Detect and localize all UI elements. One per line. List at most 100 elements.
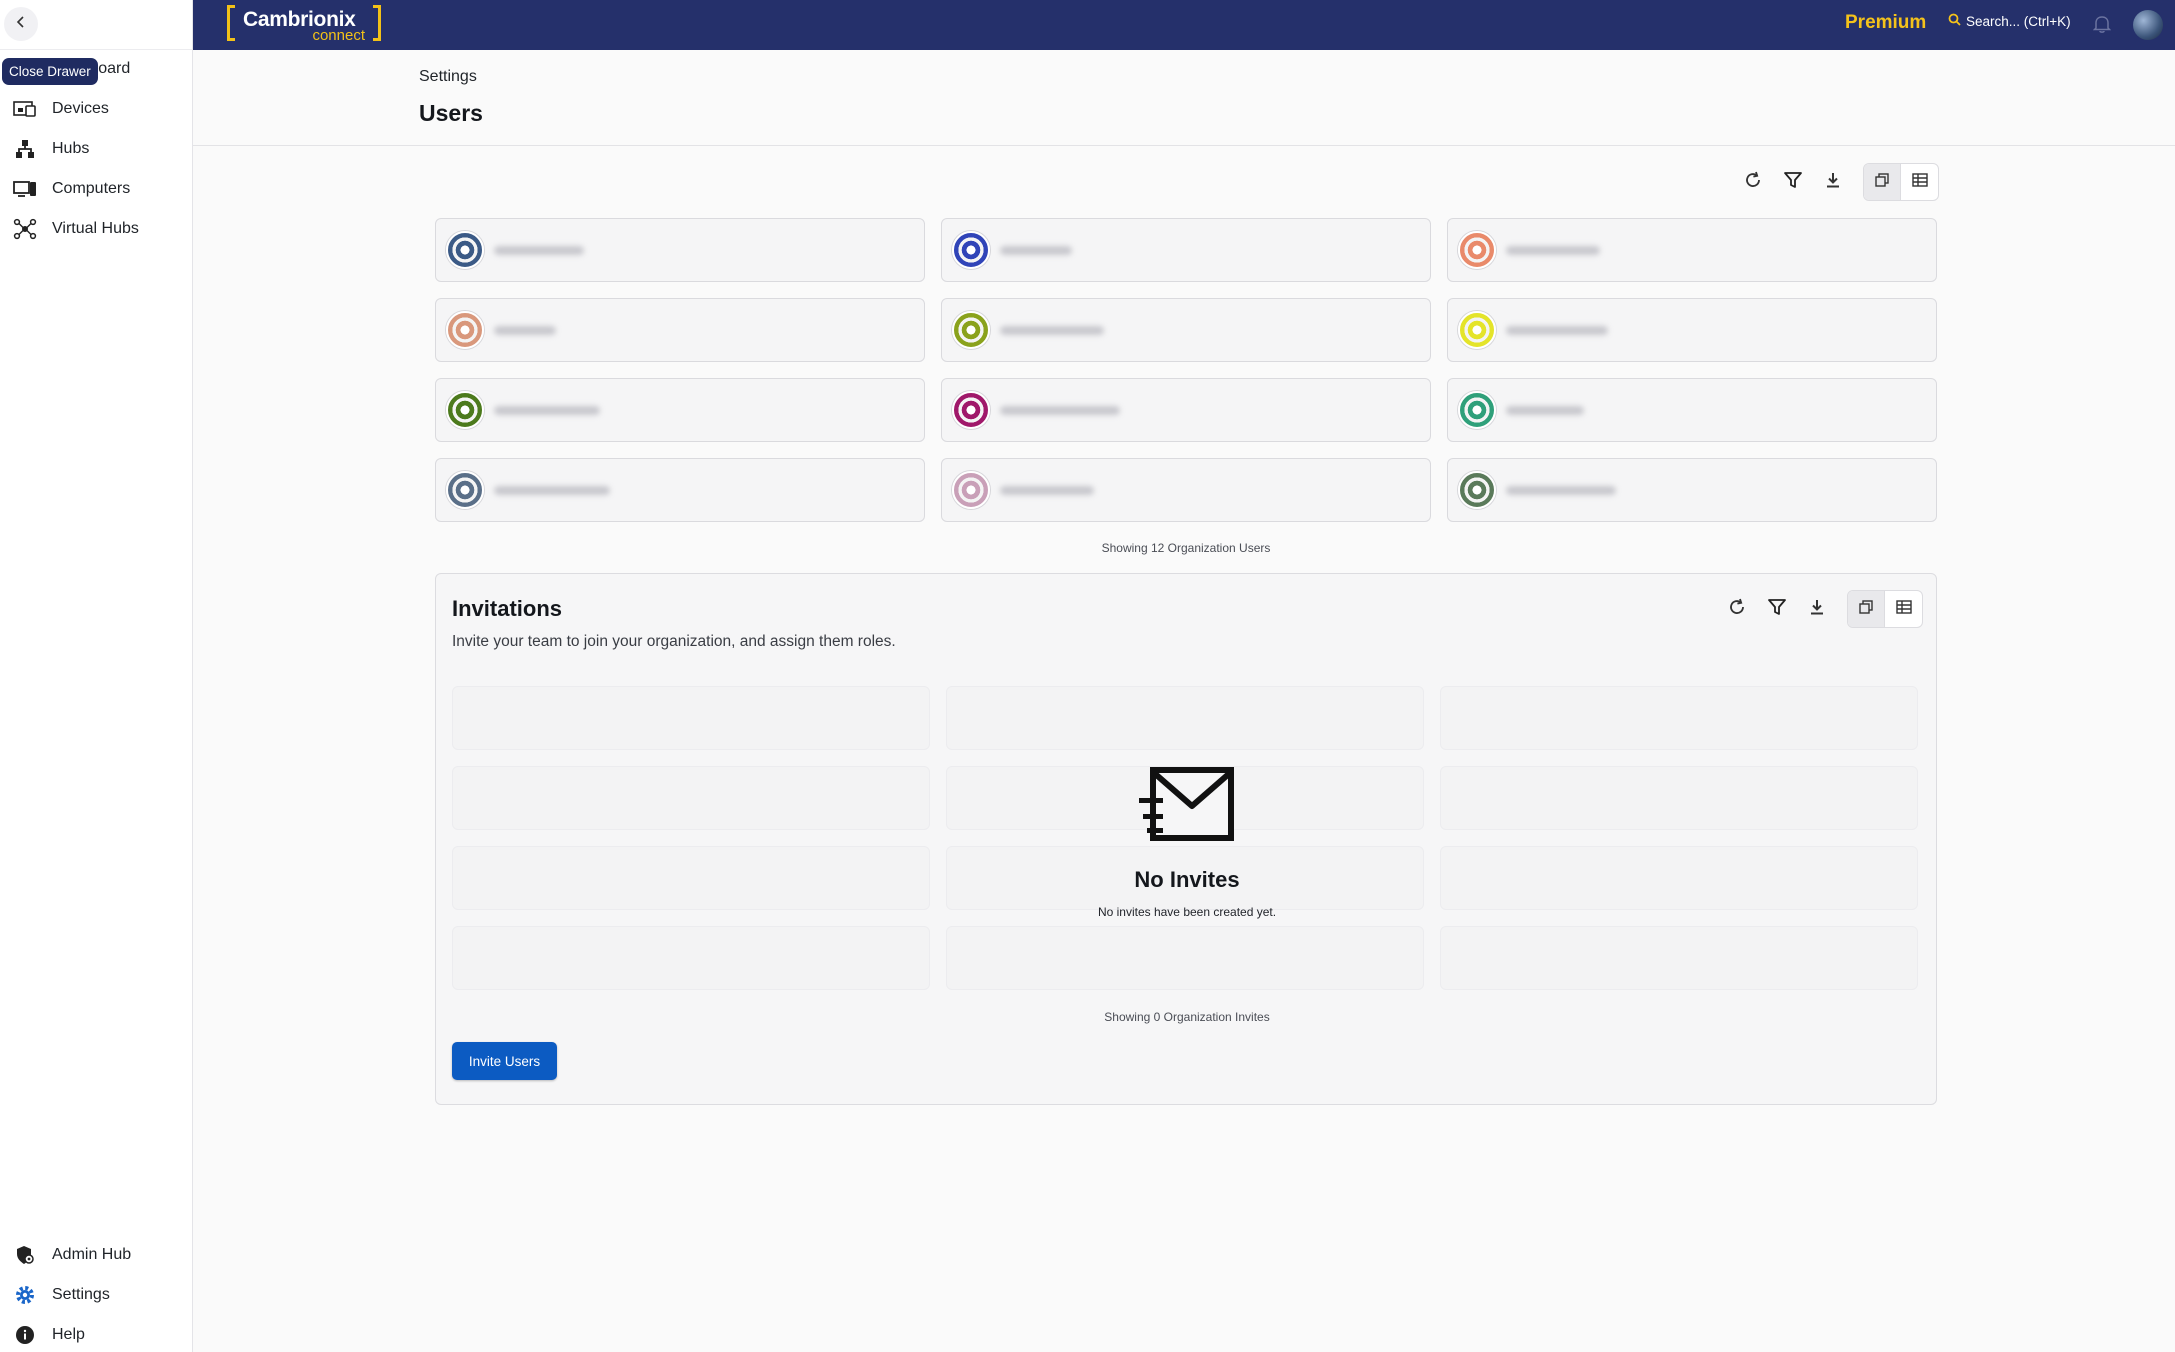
user-name-blurred (1506, 245, 1600, 255)
user-card[interactable] (941, 458, 1431, 522)
invite-users-button[interactable]: Invite Users (452, 1042, 557, 1080)
close-drawer-button[interactable] (4, 7, 38, 41)
users-count: Showing 12 Organization Users (1101, 541, 1271, 555)
refresh-button[interactable] (1733, 163, 1773, 201)
download-icon (1824, 171, 1842, 194)
card-view-button[interactable] (1864, 164, 1901, 200)
user-avatar (1458, 311, 1496, 349)
invitations-toolbar (1717, 590, 1923, 628)
user-name-blurred (1000, 485, 1094, 495)
filter-icon (1783, 170, 1803, 195)
user-avatar (952, 311, 990, 349)
user-card[interactable] (1447, 218, 1937, 282)
user-avatar (446, 231, 484, 269)
users-grid (435, 218, 1937, 522)
placeholder-card (946, 686, 1424, 750)
user-avatar (952, 391, 990, 429)
users-toolbar (1733, 163, 1939, 201)
user-card[interactable] (1447, 378, 1937, 442)
user-avatar[interactable] (2133, 10, 2163, 40)
download-icon (1808, 598, 1826, 621)
filter-icon (1767, 597, 1787, 622)
user-avatar (1458, 471, 1496, 509)
search-label: Search... (Ctrl+K) (1966, 13, 2071, 29)
page-title: Users (419, 100, 483, 126)
placeholder-card (946, 926, 1424, 990)
empty-title: No Invites (1134, 867, 1240, 892)
placeholder-card (452, 926, 930, 990)
breadcrumb[interactable]: Settings (419, 68, 477, 86)
sidebar: Close Drawer Dashboard Devices Hubs Comp… (0, 0, 193, 1352)
brand-sub: connect (312, 27, 365, 44)
user-name-blurred (494, 325, 556, 335)
user-card[interactable] (1447, 298, 1937, 362)
sidebar-item-virtual-hubs[interactable]: Virtual Hubs (0, 209, 193, 249)
virtual-hubs-icon (12, 218, 38, 240)
user-card[interactable] (941, 298, 1431, 362)
brand-logo[interactable]: Cambrionix connect (227, 5, 381, 44)
close-drawer-tooltip: Close Drawer (2, 58, 98, 85)
refresh-button[interactable] (1717, 590, 1757, 628)
view-toggle (1847, 590, 1923, 628)
user-avatar (446, 311, 484, 349)
filter-button[interactable] (1757, 590, 1797, 628)
sidebar-item-label: Virtual Hubs (52, 220, 139, 237)
user-avatar (1458, 231, 1496, 269)
bell-icon (2092, 16, 2112, 38)
user-avatar (1458, 391, 1496, 429)
table-view-button[interactable] (1901, 164, 1938, 200)
user-card[interactable] (435, 458, 925, 522)
invitations-panel: Invitations Invite your team to join you… (435, 573, 1937, 1105)
user-card[interactable] (435, 218, 925, 282)
user-card[interactable] (941, 218, 1431, 282)
sidebar-item-label: Computers (52, 180, 131, 197)
sidebar-item-settings[interactable]: Settings (0, 1275, 193, 1315)
admin-hub-icon (12, 1244, 38, 1266)
download-button[interactable] (1797, 590, 1837, 628)
refresh-icon (1728, 598, 1746, 621)
sidebar-bottom-nav: Admin Hub Settings Help (0, 1235, 193, 1352)
refresh-icon (1744, 171, 1762, 194)
user-name-blurred (1506, 325, 1608, 335)
devices-icon (12, 98, 38, 120)
user-avatar (952, 231, 990, 269)
notifications-button[interactable] (2092, 14, 2112, 39)
sidebar-item-computers[interactable]: Computers (0, 169, 193, 209)
user-card[interactable] (941, 378, 1431, 442)
card-view-button[interactable] (1848, 591, 1885, 627)
user-card[interactable] (435, 298, 925, 362)
user-name-blurred (494, 245, 584, 255)
user-name-blurred (1000, 245, 1072, 255)
table-view-button[interactable] (1885, 591, 1922, 627)
sidebar-item-hubs[interactable]: Hubs (0, 129, 193, 169)
user-card[interactable] (435, 378, 925, 442)
user-name-blurred (1506, 485, 1616, 495)
envelope-icon (1139, 767, 1235, 848)
sidebar-item-devices[interactable]: Devices (0, 89, 193, 129)
user-name-blurred (494, 405, 600, 415)
user-avatar (952, 471, 990, 509)
invitations-description: Invite your team to join your organizati… (452, 633, 896, 650)
user-name-blurred (1000, 405, 1120, 415)
page-header: Settings Users (193, 50, 2175, 146)
sidebar-item-label: Admin Hub (52, 1246, 132, 1263)
table-icon (1911, 172, 1928, 192)
sidebar-item-admin-hub[interactable]: Admin Hub (0, 1235, 193, 1275)
chevron-left-icon (15, 15, 27, 33)
invitations-title: Invitations (452, 596, 563, 621)
user-avatar (446, 391, 484, 429)
search-button[interactable]: Search... (Ctrl+K) (1948, 13, 2071, 29)
view-toggle (1863, 163, 1939, 201)
sidebar-item-help[interactable]: Help (0, 1315, 193, 1352)
placeholder-card (1440, 686, 1918, 750)
cards-icon (1859, 599, 1873, 619)
empty-state: No Invites No invites have been created … (436, 764, 1938, 919)
plan-badge[interactable]: Premium (1845, 12, 1926, 34)
user-card[interactable] (1447, 458, 1937, 522)
filter-button[interactable] (1773, 163, 1813, 201)
placeholder-card (452, 686, 930, 750)
sidebar-top (0, 0, 192, 50)
download-button[interactable] (1813, 163, 1853, 201)
user-name-blurred (494, 485, 610, 495)
sidebar-item-label: Settings (52, 1286, 110, 1303)
